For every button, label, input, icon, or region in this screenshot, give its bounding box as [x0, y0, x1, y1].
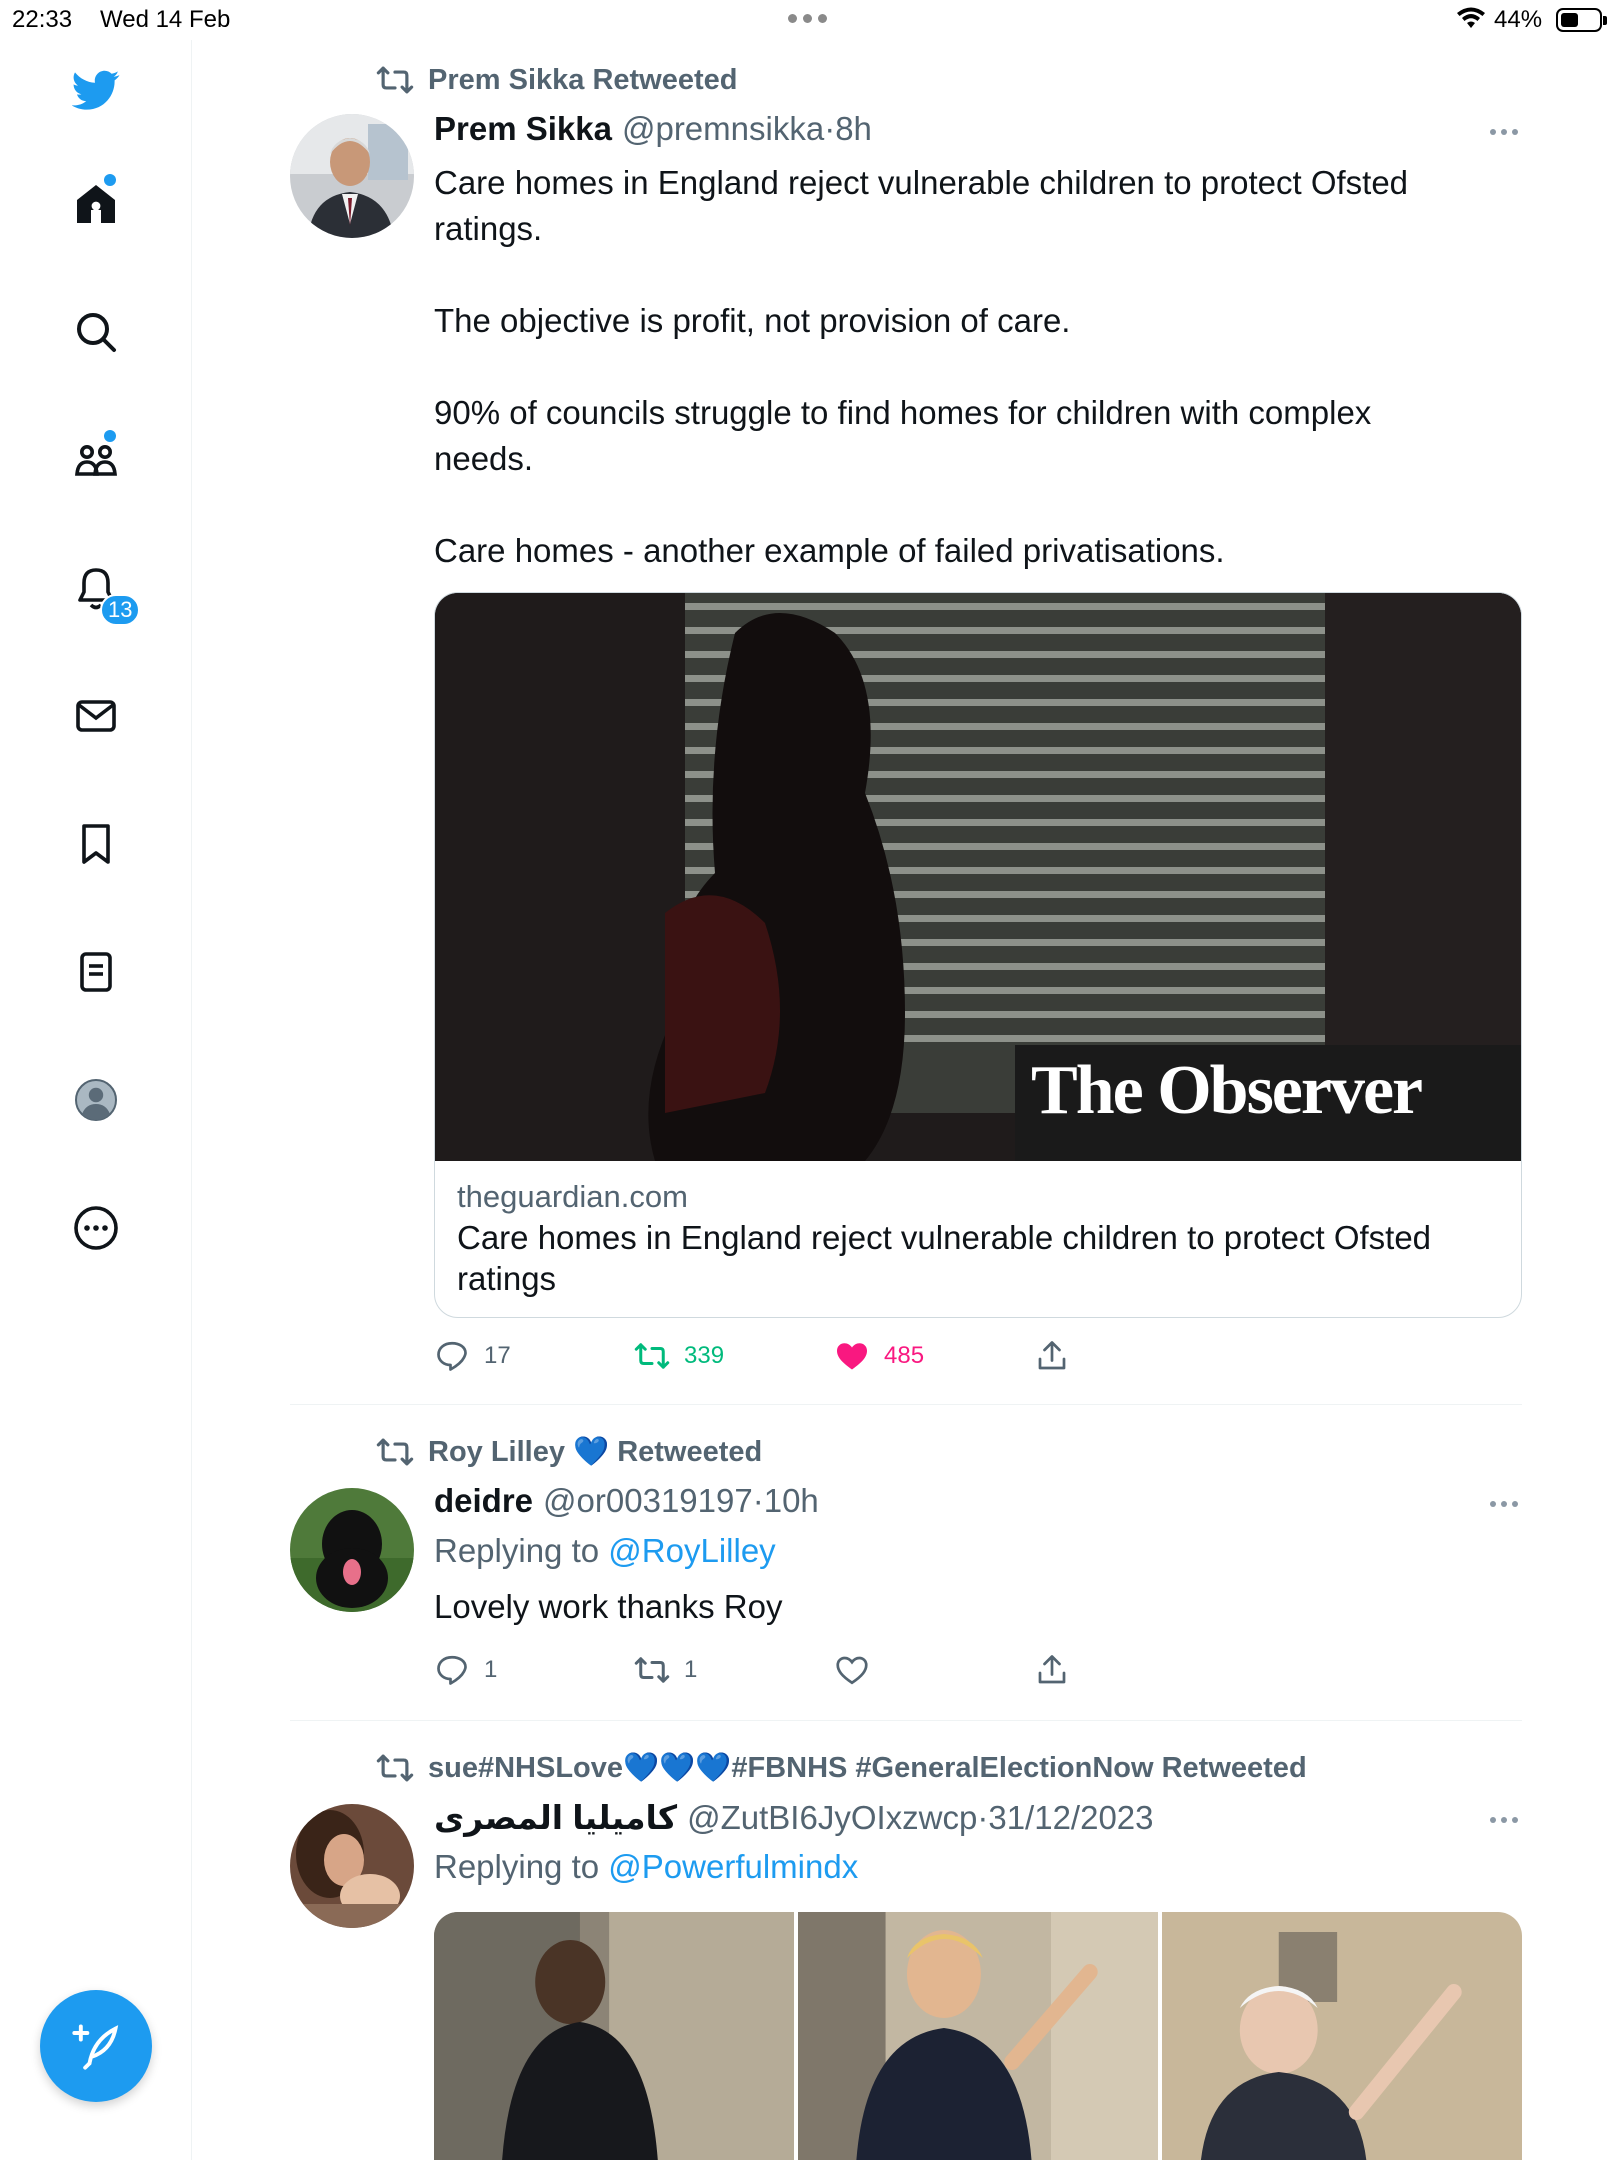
retweeted-by-label: Roy Lilley 💙 Retweeted: [428, 1436, 763, 1468]
more-options-icon[interactable]: [1490, 1494, 1530, 1514]
tweet-header: كاميليا المصرى @ZutBI6JyOIxzwcp · 31/12/…: [434, 1798, 1154, 1842]
share-button[interactable]: [1034, 1650, 1070, 1690]
share-button[interactable]: [1034, 1336, 1070, 1376]
card-domain: theguardian.com: [457, 1179, 688, 1214]
tweet-header: deidre @or00319197 · 10h: [434, 1482, 819, 1526]
avatar[interactable]: [290, 1804, 414, 1928]
retweet-icon: [376, 66, 414, 94]
lists-icon[interactable]: [56, 932, 136, 1012]
tweet-text: Care homes in England reject vulnerable …: [434, 164, 1409, 569]
card-image: The Observer: [435, 593, 1521, 1161]
bookmarks-icon[interactable]: [56, 804, 136, 884]
reply-count: 17: [484, 1342, 511, 1369]
card-title: Care homes in England reject vulnerable …: [457, 1219, 1432, 1297]
compose-tweet-button[interactable]: [40, 1990, 152, 2102]
retweeted-by[interactable]: Prem Sikka Retweeted: [376, 60, 737, 100]
search-icon[interactable]: [56, 292, 136, 372]
communities-icon[interactable]: [56, 420, 136, 500]
tweet-photo[interactable]: [434, 1912, 794, 2160]
wifi-icon: [1456, 6, 1486, 39]
tweet[interactable]: Roy Lilley 💙 Retweeted deidre @or0031919…: [290, 1432, 1522, 1692]
author-handle[interactable]: @or00319197: [543, 1482, 753, 1520]
timestamp[interactable]: 31/12/2023: [988, 1799, 1153, 1837]
status-bar: 22:33 Wed 14 Feb 44%: [0, 0, 1620, 40]
battery-icon: [1556, 8, 1607, 32]
avatar[interactable]: [290, 1488, 414, 1612]
avatar[interactable]: [290, 114, 414, 238]
tweet[interactable]: Prem Sikka Retweeted Prem Sikka @premnsi…: [290, 60, 1522, 1380]
heart-icon: [836, 1656, 868, 1685]
multitasking-dots[interactable]: [788, 14, 827, 23]
tweet-photo[interactable]: [1162, 1912, 1522, 2160]
retweeted-by-label: sue#NHSLove💙💙💙#FBNHS #GeneralElectionNow…: [428, 1752, 1307, 1784]
replying-to-label: Replying to: [434, 1532, 600, 1569]
replying-to: Replying to @RoyLilley: [434, 1532, 776, 1570]
replying-to-link[interactable]: @RoyLilley: [608, 1532, 775, 1569]
heart-filled-icon: [837, 1343, 867, 1370]
twitter-logo-icon[interactable]: [56, 50, 136, 130]
retweet-icon: [634, 1657, 670, 1683]
more-options-icon[interactable]: [1490, 122, 1530, 142]
notifications-count-badge: 13: [100, 594, 141, 626]
link-card[interactable]: The Observer theguardian.com Care homes …: [434, 592, 1522, 1318]
separator: ·: [824, 110, 836, 147]
communities-notification-dot: [104, 430, 116, 442]
retweet-button[interactable]: 1: [634, 1650, 697, 1690]
replying-to-link[interactable]: @Powerfulmindx: [608, 1848, 858, 1885]
battery-percent: 44%: [1494, 6, 1543, 33]
replying-to-label: Replying to: [434, 1848, 600, 1885]
share-icon: [1038, 1341, 1066, 1370]
messages-icon[interactable]: [56, 676, 136, 756]
replying-to: Replying to @Powerfulmindx: [434, 1848, 858, 1886]
reply-button[interactable]: 1: [434, 1650, 497, 1690]
tweet-actions: 17 339 485: [434, 1336, 1134, 1376]
retweeted-by-label: Prem Sikka Retweeted: [428, 63, 738, 96]
retweet-button[interactable]: 339: [634, 1336, 724, 1376]
reply-count: 1: [484, 1656, 498, 1683]
more-options-icon[interactable]: [56, 1188, 136, 1268]
like-button[interactable]: [834, 1650, 870, 1690]
author-name[interactable]: Prem Sikka: [434, 110, 612, 148]
profile-icon[interactable]: [56, 1060, 136, 1140]
separator: ·: [752, 1482, 764, 1519]
tweet-actions: 1 1: [434, 1650, 1134, 1690]
tweet[interactable]: sue#NHSLove💙💙💙#FBNHS #GeneralElectionNow…: [290, 1748, 1522, 2160]
retweet-count: 1: [684, 1656, 698, 1683]
retweet-icon: [376, 1438, 414, 1466]
home-icon[interactable]: [56, 164, 136, 244]
divider: [290, 1404, 1522, 1405]
tweet-photo[interactable]: [798, 1912, 1158, 2160]
divider: [290, 1720, 1522, 1721]
retweet-icon: [634, 1343, 670, 1369]
status-date: Wed 14 Feb: [100, 6, 231, 33]
like-count: 485: [884, 1342, 925, 1369]
author-name[interactable]: كاميليا المصرى: [434, 1798, 677, 1837]
retweet-count: 339: [684, 1342, 725, 1369]
share-icon: [1038, 1655, 1066, 1684]
author-handle[interactable]: @ZutBI6JyOIxzwcp: [687, 1799, 977, 1837]
more-options-icon[interactable]: [1490, 1810, 1530, 1830]
author-name[interactable]: deidre: [434, 1482, 533, 1520]
tweet-header: Prem Sikka @premnsikka · 8h: [434, 110, 872, 154]
status-time: 22:33: [12, 6, 73, 33]
timestamp[interactable]: 8h: [835, 110, 872, 148]
home-notification-dot: [104, 174, 116, 186]
retweet-icon: [376, 1754, 414, 1782]
sidebar: 13: [0, 40, 192, 2160]
reply-icon: [437, 1341, 467, 1371]
author-handle[interactable]: @premnsikka: [622, 110, 824, 148]
retweeted-by[interactable]: sue#NHSLove💙💙💙#FBNHS #GeneralElectionNow…: [376, 1748, 1307, 1788]
separator: ·: [977, 1799, 989, 1836]
timestamp[interactable]: 10h: [764, 1482, 819, 1520]
tweet-text: Lovely work thanks Roy: [434, 1588, 783, 1625]
tweet-photos[interactable]: [434, 1912, 1522, 2160]
reply-icon: [437, 1655, 467, 1685]
compose-icon: [72, 2024, 119, 2070]
retweeted-by[interactable]: Roy Lilley 💙 Retweeted: [376, 1432, 762, 1472]
like-button[interactable]: 485: [834, 1336, 924, 1376]
reply-button[interactable]: 17: [434, 1336, 511, 1376]
card-brand-logo: The Observer: [1031, 1052, 1423, 1129]
